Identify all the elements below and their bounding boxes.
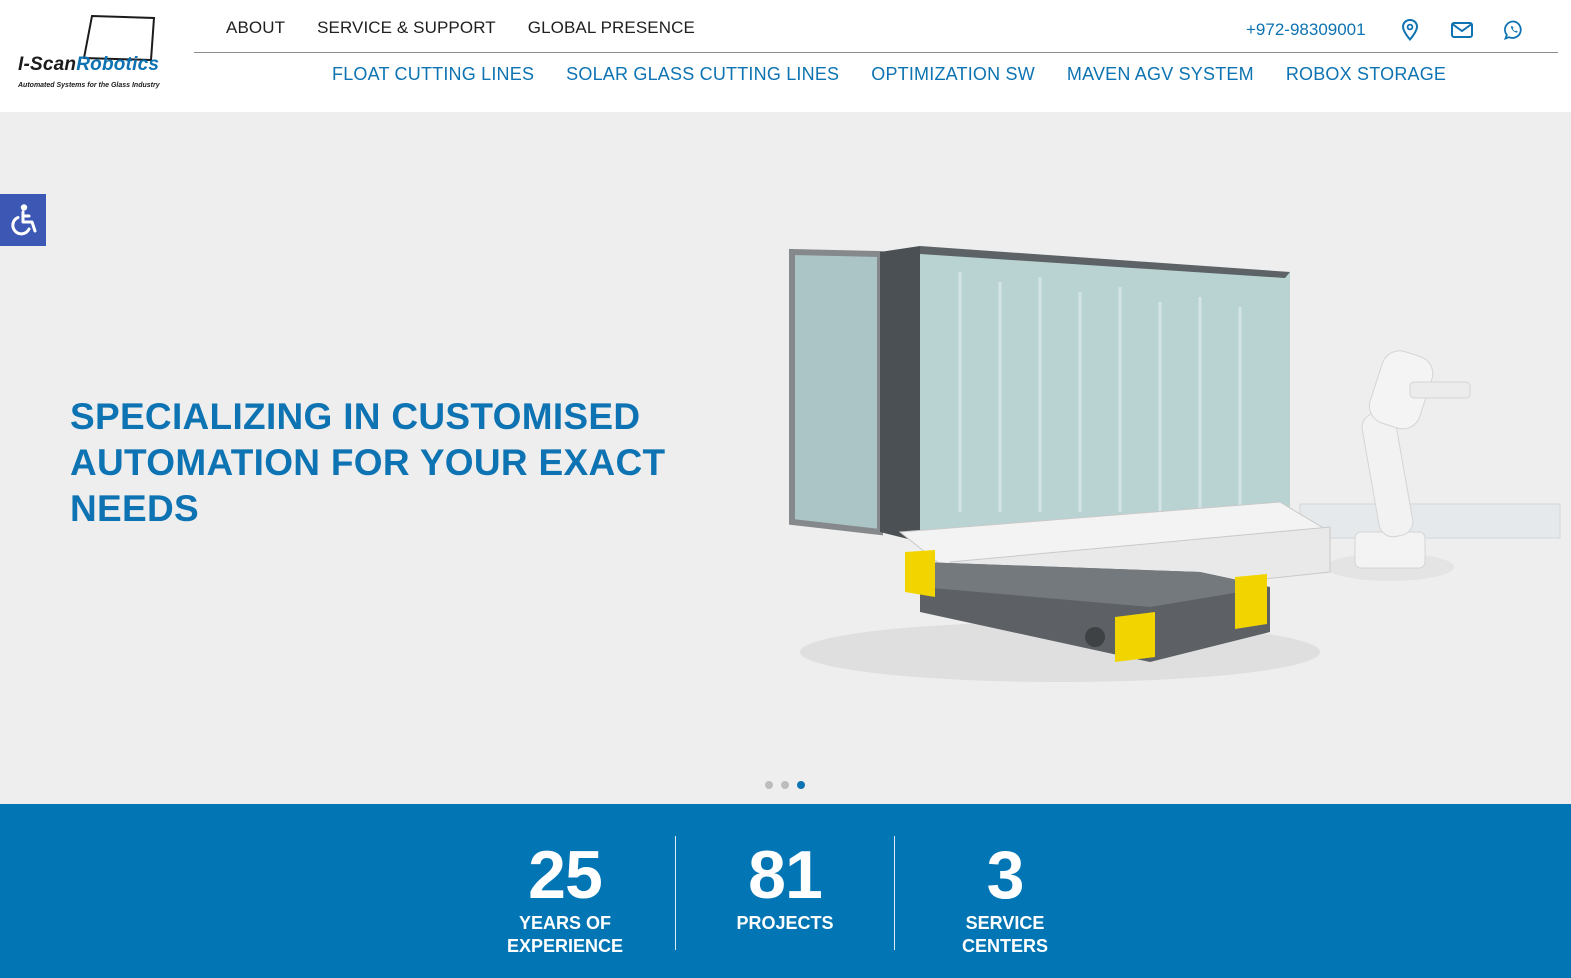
stat-service-centers: 3 SERVICE CENTERS — [930, 804, 1080, 958]
stat-label: PROJECTS — [736, 913, 834, 933]
main-nav-float-cutting-lines[interactable]: FLOAT CUTTING LINES — [332, 64, 534, 85]
page: I-ScanRobotics Automated Systems for the… — [0, 0, 1571, 978]
stat-number: 3 — [986, 837, 1025, 913]
whatsapp-icon[interactable] — [1503, 19, 1525, 41]
phone-link[interactable]: +972-98309001 — [1246, 20, 1366, 40]
contact-bar: +972-98309001 — [1246, 19, 1525, 41]
stat-number: 25 — [528, 837, 603, 913]
stat-label: SERVICE CENTERS — [961, 913, 1048, 956]
slider-dot-3[interactable] — [797, 781, 805, 789]
map-pin-icon[interactable] — [1399, 19, 1421, 41]
top-nav: ABOUT SERVICE & SUPPORT GLOBAL PRESENCE — [226, 18, 695, 38]
envelope-icon[interactable] — [1450, 19, 1473, 41]
brand-logo[interactable]: I-ScanRobotics Automated Systems for the… — [14, 14, 176, 96]
main-nav-optimization-sw[interactable]: OPTIMIZATION SW — [871, 64, 1035, 85]
main-nav-solar-glass-cutting-lines[interactable]: SOLAR GLASS CUTTING LINES — [566, 64, 839, 85]
stat-number: 81 — [748, 837, 823, 913]
stat-projects: 81 PROJECTS — [710, 804, 860, 935]
brand-name: I-ScanRobotics — [18, 54, 160, 75]
top-nav-about[interactable]: ABOUT — [226, 18, 285, 38]
stats-band: 25 YEARS OF EXPERIENCE 81 PROJECTS 3 SER… — [0, 804, 1571, 978]
slider-dot-2[interactable] — [781, 781, 789, 789]
hero-agv-glass-image — [789, 246, 1561, 682]
top-nav-service-support[interactable]: SERVICE & SUPPORT — [317, 18, 496, 38]
hero-title: SPECIALIZING IN CUSTOMISED AUTOMATION FO… — [70, 396, 666, 529]
top-nav-global-presence[interactable]: GLOBAL PRESENCE — [528, 18, 695, 38]
slider-dot-1[interactable] — [765, 781, 773, 789]
main-nav-maven-agv-system[interactable]: MAVEN AGV SYSTEM — [1067, 64, 1254, 85]
hero-slider: SPECIALIZING IN CUSTOMISED AUTOMATION FO… — [0, 112, 1571, 804]
header-divider — [194, 52, 1558, 53]
stat-label: YEARS OF EXPERIENCE — [506, 913, 624, 956]
main-nav-robox-storage[interactable]: ROBOX STORAGE — [1286, 64, 1446, 85]
stat-divider — [894, 836, 895, 950]
main-nav: FLOAT CUTTING LINES SOLAR GLASS CUTTING … — [332, 64, 1446, 85]
stat-years: 25 YEARS OF EXPERIENCE — [490, 804, 640, 958]
brand-tagline: Automated Systems for the Glass Industry — [18, 82, 160, 89]
stat-divider — [675, 836, 676, 950]
wheelchair-icon — [11, 204, 37, 236]
accessibility-button[interactable] — [0, 194, 46, 246]
slider-dots — [765, 781, 805, 789]
site-header: I-ScanRobotics Automated Systems for the… — [0, 0, 1571, 112]
